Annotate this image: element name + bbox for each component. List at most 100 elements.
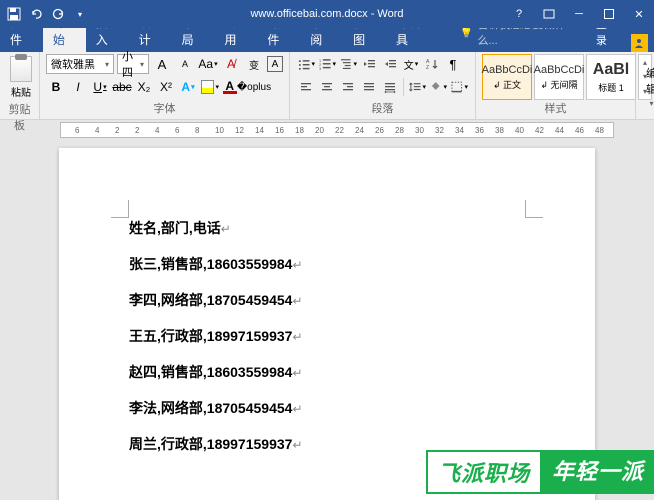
minimize-icon[interactable]: ─ [564,0,594,28]
align-center-button[interactable] [317,77,337,97]
clear-format-button[interactable]: A̸ [221,54,241,74]
underline-button[interactable]: U▾ [90,77,110,97]
ribbon-display-icon[interactable] [534,0,564,28]
align-left-button[interactable] [296,77,316,97]
watermark: 飞派职场 年轻一派 [426,450,654,494]
paragraph-mark-icon: ↵ [221,222,231,236]
save-icon[interactable] [4,4,24,24]
group-font: 微软雅黑▾ 小四▾ A A Aa▾ A̸ 变 A B I U▾ abc X₂ X… [40,52,290,119]
group-editing: 编辑 ▾ [636,52,654,119]
paragraph-mark-icon: ↵ [292,330,302,344]
justify-button[interactable] [359,77,379,97]
ruler-mark: 20 [315,126,324,135]
chevron-down-icon: ▾ [105,60,109,69]
ribbon: 粘贴 剪贴板 微软雅黑▾ 小四▾ A A Aa▾ A̸ 变 A B I U▾ a… [0,52,654,120]
ruler-mark: 30 [415,126,424,135]
window-controls: ? ─ ✕ [504,0,654,28]
ruler-mark: 16 [275,126,284,135]
clipboard-icon [10,56,32,82]
title-bar: ▾ www.officebai.com.docx - Word ? ─ ✕ [0,0,654,28]
highlight-icon [201,80,214,94]
enclose-char-button[interactable]: �oplus [244,77,264,97]
bold-button[interactable]: B [46,77,66,97]
close-icon[interactable]: ✕ [624,0,654,28]
show-marks-button[interactable]: ¶ [443,54,463,74]
text-line[interactable]: 张三,销售部,18603559984↵ [129,254,525,274]
ruler-mark: 8 [195,126,199,135]
change-case-button[interactable]: Aa▾ [198,54,218,74]
ruler-mark: 18 [295,126,304,135]
phonetic-guide-button[interactable]: 变 [244,54,264,74]
ruler-mark: 4 [155,126,159,135]
style-nospacing[interactable]: AaBbCcDi ↲ 无间隔 [534,54,584,100]
highlight-button[interactable]: ▾ [200,77,220,97]
chevron-down-icon: ▾ [140,60,144,69]
text-effects-button[interactable]: A▾ [178,77,198,97]
margin-corner-tl [111,200,129,218]
paragraph-mark-icon: ↵ [292,294,302,308]
ruler-mark: 28 [395,126,404,135]
page: 姓名,部门,电话↵ 张三,销售部,18603559984↵ 李四,网络部,18705… [59,148,595,500]
ruler-mark: 6 [175,126,179,135]
font-name-combo[interactable]: 微软雅黑▾ [46,54,114,74]
ruler-mark: 14 [255,126,264,135]
document-content[interactable]: 姓名,部门,电话↵ 张三,销售部,18603559984↵ 李四,网络部,18705… [129,218,525,454]
ruler-mark: 4 [95,126,99,135]
ruler-mark: 24 [355,126,364,135]
shrink-font-button[interactable]: A [175,54,195,74]
quick-access-toolbar: ▾ [0,4,90,24]
shading-button[interactable]: ▾ [428,77,448,97]
style-heading1[interactable]: AaBl 标题 1 [586,54,636,100]
text-line[interactable]: 李四,网络部,18705459454↵ [129,290,525,310]
ribbon-tabs: 文件 开始 插入 设计 布局 引用 邮件 审阅 视图 开发工具 💡 告诉我您想要… [0,28,654,52]
ruler-mark: 36 [475,126,484,135]
paragraph-mark-icon: ↵ [292,258,302,272]
italic-button[interactable]: I [68,77,88,97]
strikethrough-button[interactable]: abc [112,77,132,97]
editing-button[interactable]: 编辑 [642,63,654,99]
ruler-mark: 32 [435,126,444,135]
horizontal-ruler[interactable]: 8642246810121416182022242628303234363840… [60,122,614,138]
text-line[interactable]: 李法,网络部,18705459454↵ [129,398,525,418]
paragraph-mark-icon: ↵ [292,402,302,416]
paste-button[interactable]: 粘贴 [6,54,36,101]
numbering-button[interactable]: 123▾ [317,54,337,74]
ruler-mark: 34 [455,126,464,135]
group-clipboard: 粘贴 剪贴板 [0,52,40,119]
align-right-button[interactable] [338,77,358,97]
increase-indent-button[interactable] [380,54,400,74]
help-icon[interactable]: ? [504,0,534,28]
ruler-mark: 38 [495,126,504,135]
font-size-combo[interactable]: 小四▾ [117,54,149,74]
text-line[interactable]: 赵四,销售部,18603559984↵ [129,362,525,382]
redo-icon[interactable] [48,4,68,24]
decrease-indent-button[interactable] [359,54,379,74]
char-border-button[interactable]: A [267,56,283,72]
subscript-button[interactable]: X₂ [134,77,154,97]
undo-icon[interactable] [26,4,46,24]
text-line[interactable]: 姓名,部门,电话↵ [129,218,525,238]
borders-button[interactable]: ▾ [449,77,469,97]
qat-more-icon[interactable]: ▾ [70,4,90,24]
window-title: www.officebai.com.docx - Word [250,8,403,20]
ruler-mark: 48 [595,126,604,135]
ruler-area: 8642246810121416182022242628303234363840… [0,120,654,138]
bullets-button[interactable]: ▾ [296,54,316,74]
superscript-button[interactable]: X² [156,77,176,97]
paragraph-mark-icon: ↵ [292,366,302,380]
text-line[interactable]: 王五,行政部,18997159937↵ [129,326,525,346]
asian-layout-button[interactable]: 文▾ [401,54,421,74]
ruler-mark: 10 [215,126,224,135]
sort-button[interactable]: AZ [422,54,442,74]
ruler-mark: 46 [575,126,584,135]
distributed-button[interactable] [380,77,400,97]
line-spacing-button[interactable]: ▾ [407,77,427,97]
margin-corner-tr [525,200,543,218]
grow-font-button[interactable]: A [152,54,172,74]
maximize-icon[interactable] [594,0,624,28]
svg-text:3: 3 [319,67,321,71]
multilevel-list-button[interactable]: ▾ [338,54,358,74]
document-area[interactable]: 姓名,部门,电话↵ 张三,销售部,18603559984↵ 李四,网络部,18705… [0,138,654,500]
share-button[interactable] [631,34,648,52]
style-normal[interactable]: AaBbCcDi ↲ 正文 [482,54,532,100]
